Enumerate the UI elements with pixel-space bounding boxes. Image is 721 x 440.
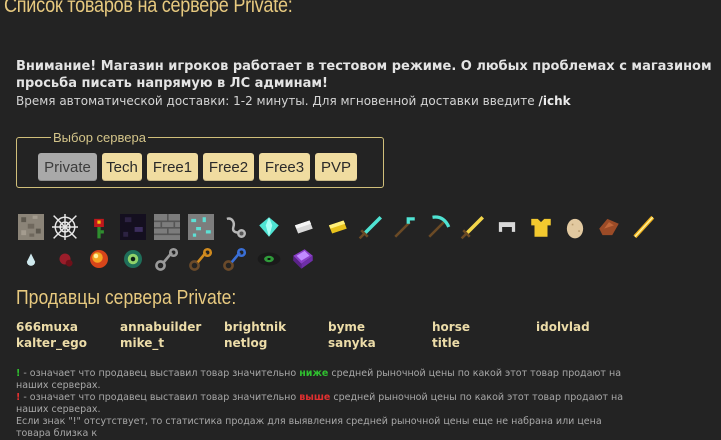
red-flower-icon[interactable] xyxy=(84,212,113,241)
stone-bricks-icon[interactable] xyxy=(152,212,181,241)
diamond-ore-icon[interactable] xyxy=(186,212,215,241)
diamond-icon[interactable] xyxy=(254,212,283,241)
items-grid xyxy=(16,212,706,276)
lead-icon[interactable] xyxy=(220,212,249,241)
seller-link[interactable]: byme xyxy=(328,320,432,334)
diamond-sword-icon[interactable] xyxy=(356,212,385,241)
items-row-1 xyxy=(16,212,706,241)
seller-link[interactable]: netlog xyxy=(224,336,328,350)
seller-link[interactable]: 666muxa xyxy=(16,320,120,334)
seller-link[interactable]: idolvlad xyxy=(536,320,640,334)
egg-icon[interactable] xyxy=(560,212,589,241)
items-row-2 xyxy=(16,244,706,273)
delivery-text: Время автоматической доставки: 1-2 минут… xyxy=(16,94,539,108)
golden-chestplate-icon[interactable] xyxy=(526,212,555,241)
enchanted-book-icon[interactable] xyxy=(288,244,317,273)
server-button-tech[interactable]: Tech xyxy=(102,153,142,181)
leather-icon[interactable] xyxy=(594,212,623,241)
lower-word: ниже xyxy=(299,368,329,379)
server-button-free3[interactable]: Free3 xyxy=(259,153,310,181)
seller-link[interactable]: sanyka xyxy=(328,336,432,350)
notice-warning: Внимание! Магазин игроков работает в тес… xyxy=(16,59,712,91)
orange-chain-icon[interactable] xyxy=(186,244,215,273)
music-disc-icon[interactable] xyxy=(254,244,283,273)
seller-link[interactable]: brightnik xyxy=(224,320,328,334)
delivery-info: Время автоматической доставки: 1-2 минут… xyxy=(16,94,716,108)
legend-text: - означает что продавец выставил товар з… xyxy=(20,368,300,379)
chain-icon[interactable] xyxy=(152,244,181,273)
seller-link[interactable]: title xyxy=(432,336,536,350)
legend-absent: Если знак "!" отсутствует, то статистика… xyxy=(16,416,602,439)
iron-ingot-icon[interactable] xyxy=(288,212,317,241)
sellers-grid: 666muxa annabuilder brightnik byme horse… xyxy=(16,320,640,350)
delivery-command: /ichk xyxy=(538,94,571,108)
legend-text: - означает что продавец выставил товар з… xyxy=(20,392,300,403)
ender-eye-icon[interactable] xyxy=(118,244,147,273)
obsidian-block-icon[interactable] xyxy=(118,212,147,241)
server-button-free2[interactable]: Free2 xyxy=(203,153,254,181)
cobweb-icon[interactable] xyxy=(50,212,79,241)
seller-link[interactable]: horse xyxy=(432,320,536,334)
server-select-legend: Выбор сервера xyxy=(53,130,146,145)
server-select: Выбор сервера Private Tech Free1 Free2 F… xyxy=(16,130,384,188)
gravel-block-icon[interactable] xyxy=(16,212,45,241)
iron-helmet-icon[interactable] xyxy=(492,212,521,241)
legend-lower-price: ! - означает что продавец выставил товар… xyxy=(16,368,636,392)
server-button-free1[interactable]: Free1 xyxy=(147,153,198,181)
legend-higher-price: ! - означает что продавец выставил товар… xyxy=(16,392,636,416)
diamond-hoe-icon[interactable] xyxy=(390,212,419,241)
nether-wart-icon[interactable] xyxy=(50,244,79,273)
seller-link[interactable]: annabuilder xyxy=(120,320,224,334)
server-button-private[interactable]: Private xyxy=(38,153,97,181)
seller-link[interactable]: mike_t xyxy=(120,336,224,350)
diamond-pickaxe-icon[interactable] xyxy=(424,212,453,241)
higher-word: выше xyxy=(299,392,331,403)
fire-charge-icon[interactable] xyxy=(84,244,113,273)
server-buttons: Private Tech Free1 Free2 Free3 PVP xyxy=(38,153,357,181)
server-button-pvp[interactable]: PVP xyxy=(315,153,357,181)
golden-sword-icon[interactable] xyxy=(458,212,487,241)
seller-link[interactable]: kalter_ego xyxy=(16,336,120,350)
notice: Внимание! Магазин игроков работает в тес… xyxy=(16,58,716,108)
blaze-rod-icon[interactable] xyxy=(628,212,657,241)
page-title: Список товаров на сервере Private: xyxy=(4,0,293,17)
sellers-title: Продавцы сервера Private: xyxy=(16,287,237,309)
blue-chain-icon[interactable] xyxy=(220,244,249,273)
price-legend: ! - означает что продавец выставил товар… xyxy=(16,368,636,440)
gold-ingot-icon[interactable] xyxy=(322,212,351,241)
ghast-tear-icon[interactable] xyxy=(16,244,45,273)
